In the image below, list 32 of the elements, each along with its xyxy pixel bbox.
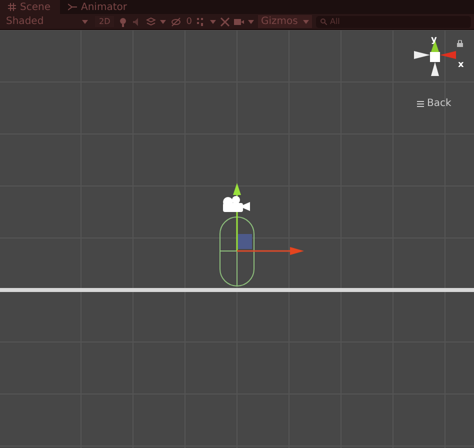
- back-button[interactable]: Back: [417, 98, 452, 109]
- y-axis-arrow: [233, 183, 241, 251]
- gizmos-dropdown[interactable]: Gizmos: [258, 15, 312, 28]
- lock-icon[interactable]: [457, 40, 463, 47]
- caret-icon: [302, 20, 309, 24]
- tab[interactable]: Scene: [0, 0, 60, 14]
- tab-label: Scene: [20, 2, 50, 12]
- layers-icon[interactable]: [146, 16, 156, 26]
- menu-icon: [417, 100, 424, 106]
- x-axis-label: x: [458, 60, 464, 70]
- caret-icon: [82, 20, 88, 24]
- lightbulb-icon[interactable]: [118, 16, 128, 26]
- eye-slash-icon[interactable]: [170, 16, 182, 26]
- caret-icon: [210, 20, 216, 24]
- scene-view[interactable]: y x Back: [0, 30, 474, 448]
- camera-icon[interactable]: [234, 16, 244, 26]
- caret-icon: [248, 20, 254, 24]
- search-icon: [320, 18, 327, 25]
- grid-icon: [8, 3, 16, 11]
- camera-icon: [223, 196, 250, 212]
- 2d-toggle[interactable]: 2D: [95, 16, 114, 27]
- y-axis-label: y: [431, 35, 437, 45]
- tab[interactable]: Animator: [60, 0, 135, 14]
- grid-dots-icon[interactable]: [196, 16, 206, 26]
- shading-dropdown[interactable]: Shaded: [3, 15, 91, 28]
- x-axis-arrow: [237, 247, 304, 255]
- selected-object-icon: [238, 234, 252, 249]
- hidden-count: 0: [186, 16, 192, 26]
- search-field[interactable]: All: [316, 16, 471, 28]
- caret-icon: [160, 20, 166, 24]
- tab-label: Animator: [81, 2, 127, 12]
- branch-icon: [68, 3, 77, 11]
